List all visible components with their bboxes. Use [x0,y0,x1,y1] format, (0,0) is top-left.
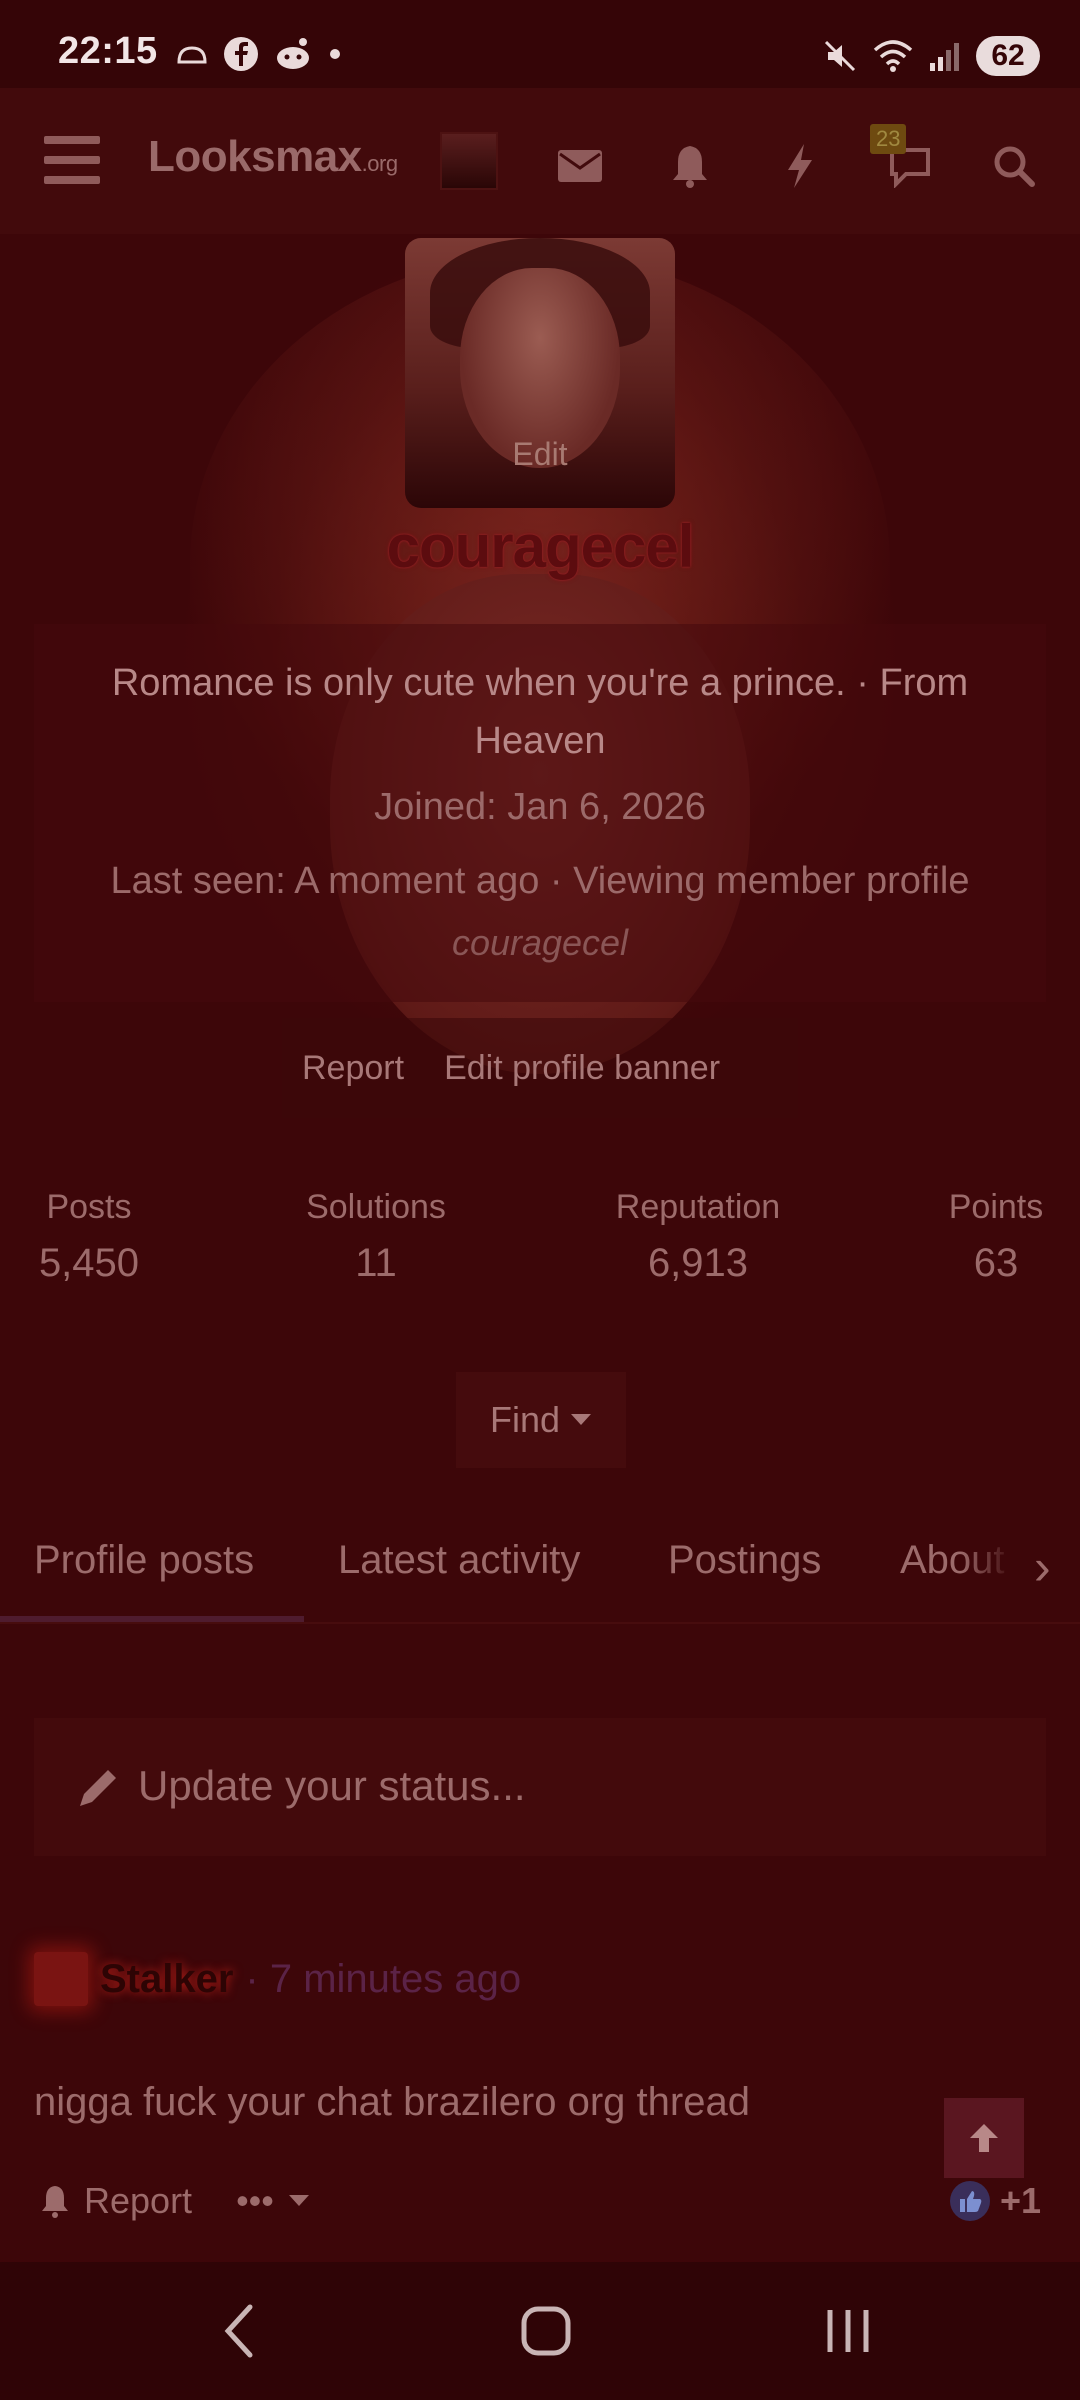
top-navbar: Looksmax.org 23 [0,88,1080,234]
post-report-link[interactable]: Report [84,2180,192,2222]
facebook-icon [224,37,258,71]
nav-user-avatar[interactable] [440,132,498,190]
caret-down-icon[interactable] [288,2194,310,2208]
wifi-icon [873,40,913,72]
stat-label: Reputation [615,1188,781,1226]
signal-icon [930,43,959,71]
profile-last-seen-user[interactable]: couragecel [34,922,1046,964]
home-button[interactable] [506,2296,586,2366]
update-status-input[interactable]: Update your status... [34,1718,1046,1856]
status-right-icons: 62 [822,34,1040,78]
bolt-icon[interactable] [772,138,828,194]
home-icon [521,2306,571,2356]
profile-last-seen: Last seen: A moment ago · Viewing member… [110,860,970,902]
system-nav-bar [0,2262,1080,2400]
scroll-to-top-button[interactable] [944,2098,1024,2178]
post-header: Stalker · 7 minutes ago [34,1952,521,2006]
post-reaction[interactable]: +1 [950,2180,1041,2222]
post-author-name[interactable]: Stalker [100,1957,233,2002]
reaction-count: +1 [1000,2180,1042,2221]
chevron-right-icon[interactable]: › [1034,1538,1051,1596]
profile-joined: Joined: Jan 6, 2026 [374,786,706,828]
tab-latest-activity[interactable]: Latest activity [338,1538,580,1583]
recents-button[interactable] [808,2296,888,2366]
report-button[interactable]: Report [282,1018,424,1118]
profile-bio: Romance is only cute when you're a princ… [111,662,969,762]
tabs-divider [0,1622,1080,1624]
post-actions: Report ••• [40,2180,310,2222]
mail-icon[interactable] [552,138,608,194]
stat-posts[interactable]: Posts 5,450 [34,1188,144,1286]
stat-points[interactable]: Points 63 [936,1188,1056,1286]
stat-value: 5,450 [38,1241,140,1285]
back-button[interactable] [200,2296,280,2366]
stat-label: Posts [46,1188,132,1226]
profile-tabs: Profile posts Latest activity Postings A… [0,1518,1080,1624]
profile-stats: Posts 5,450 Solutions 11 Reputation 6,91… [0,1188,1080,1308]
stat-value: 6,913 [647,1241,749,1285]
post-time[interactable]: · 7 minutes ago [245,1957,521,2002]
arrow-up-icon [970,2124,998,2152]
post-more-button[interactable]: ••• [236,2180,274,2222]
tab-postings[interactable]: Postings [668,1538,821,1583]
stat-value: 63 [973,1241,1019,1285]
caret-down-icon [571,1414,592,1425]
back-icon [224,2304,253,2358]
pencil-icon [80,1770,116,1806]
stat-label: Points [948,1188,1044,1226]
profile-actions: Report Edit profile banner [282,1018,798,1118]
status-time: 22:15 [58,30,158,72]
find-dropdown[interactable]: Find [456,1372,626,1468]
edit-banner-button[interactable]: Edit profile banner [424,1018,740,1118]
post-body: nigga fuck your chat brazilero org threa… [34,2080,750,2124]
site-logo[interactable]: Looksmax.org [148,132,398,182]
conversations-badge: 23 [870,124,907,154]
logo-suffix: .org [361,151,398,176]
logo-text: Looksmax [148,132,362,181]
profile-username: couragecel [386,513,695,580]
status-left-icons [175,34,343,74]
recents-icon [827,2310,869,2352]
bell-icon[interactable] [662,138,718,194]
like-icon [950,2181,990,2221]
profile-avatar[interactable]: Edit [405,238,675,508]
avatar-edit-label[interactable]: Edit [405,436,675,473]
search-icon[interactable] [986,138,1042,194]
status-bar: 22:15 62 [0,0,1080,88]
profile-info-box: Romance is only cute when you're a princ… [34,624,1046,1002]
status-placeholder: Update your status... [138,1762,526,1809]
cloud-icon [177,46,207,64]
mute-icon [824,40,856,72]
stat-label: Solutions [306,1188,446,1226]
stat-reputation[interactable]: Reputation 6,913 [598,1188,798,1286]
tab-profile-posts[interactable]: Profile posts [34,1538,254,1583]
menu-icon[interactable] [44,136,100,186]
stat-value: 11 [355,1241,397,1285]
post-author-avatar[interactable] [34,1952,88,2006]
battery-indicator: 62 [976,36,1040,76]
tabs-fade [960,1518,1080,1618]
find-label: Find [489,1399,561,1440]
bell-icon [42,2186,68,2218]
dot-icon [330,49,340,59]
reddit-icon [277,38,309,69]
stat-solutions[interactable]: Solutions 11 [296,1188,456,1286]
